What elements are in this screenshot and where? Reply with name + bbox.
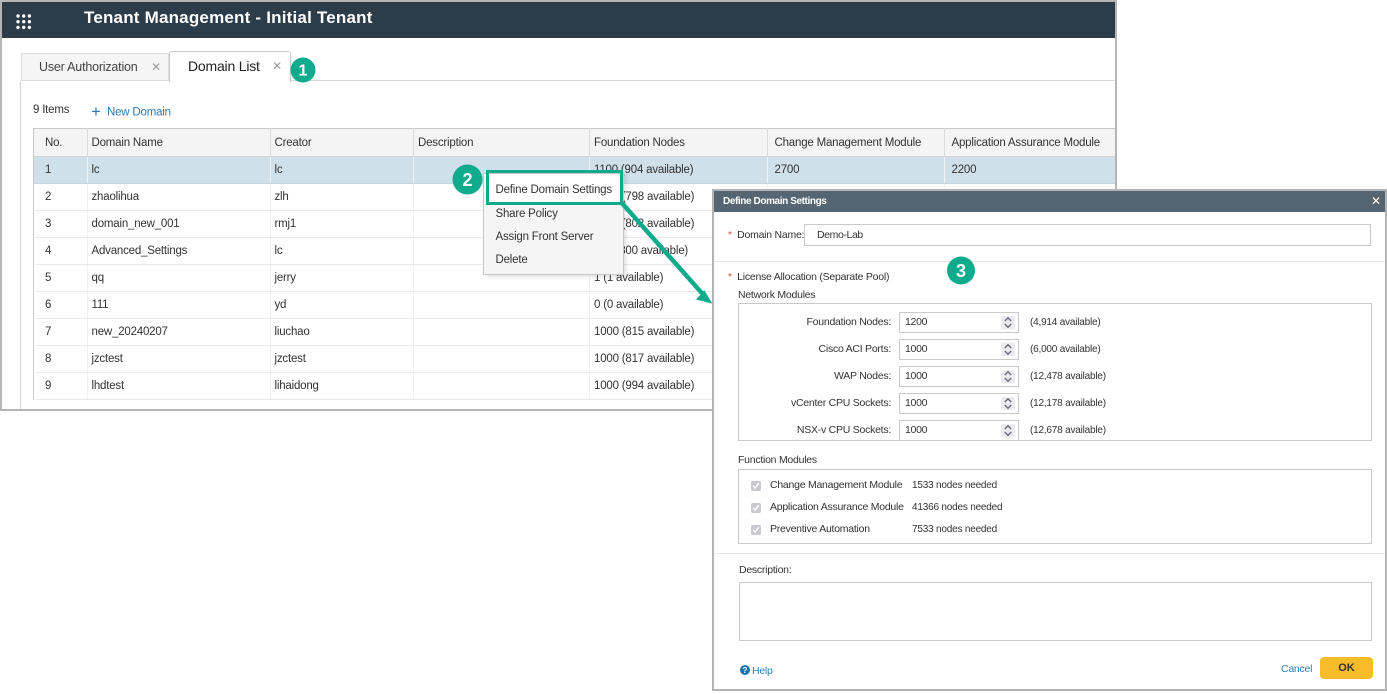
svg-text:?: ?	[743, 665, 748, 674]
